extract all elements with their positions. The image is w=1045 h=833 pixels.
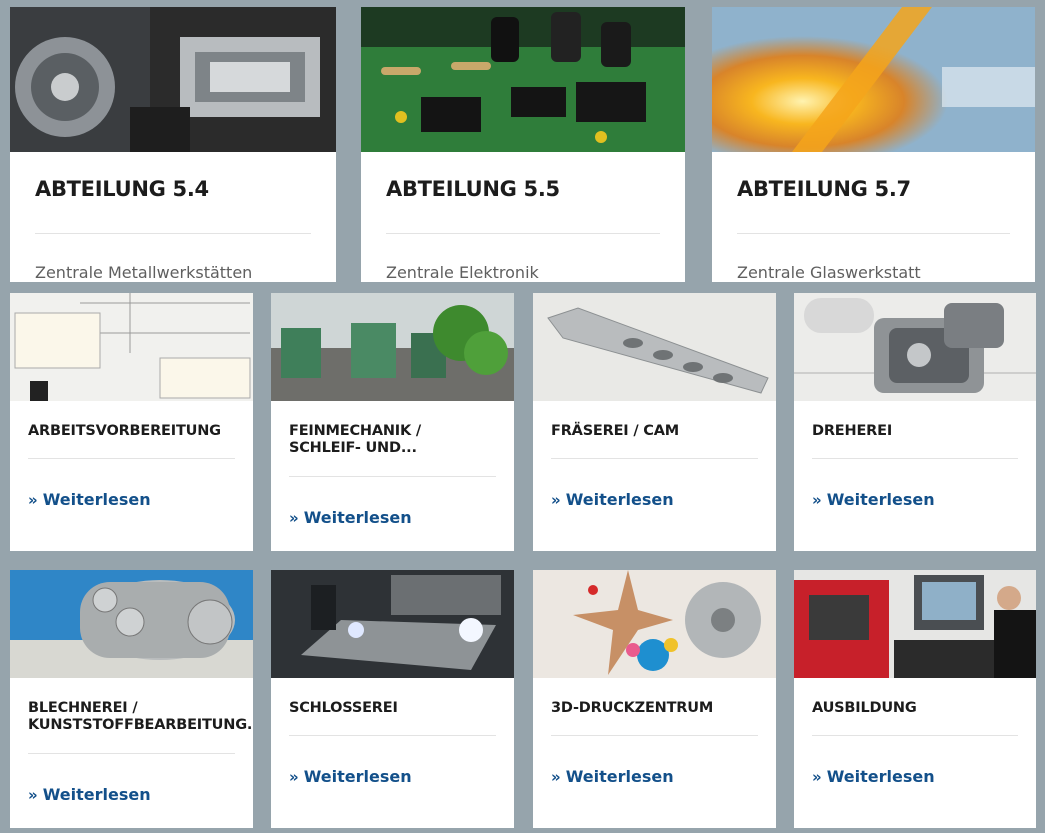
read-more-label: Weiterlesen xyxy=(42,490,151,509)
read-more-label: Weiterlesen xyxy=(826,767,935,786)
department-subtitle: Zentrale Metallwerkstätten xyxy=(35,263,253,282)
glass-workshop-image xyxy=(712,7,1035,152)
workshop-title: AUSBILDUNG xyxy=(812,700,917,716)
sheet-metal-image xyxy=(10,570,253,678)
divider xyxy=(289,735,496,736)
double-chevron-right-icon: » xyxy=(28,491,38,509)
read-more-link[interactable]: » Weiterlesen xyxy=(812,490,935,509)
workshop-card-dreherei[interactable]: DREHEREI » Weiterlesen xyxy=(794,293,1036,551)
department-subtitle: Zentrale Glaswerkstatt xyxy=(737,263,921,282)
read-more-link[interactable]: » Weiterlesen xyxy=(28,490,151,509)
milled-part-image xyxy=(533,293,776,401)
divider xyxy=(35,233,311,234)
workshop-card-3d-druckzentrum[interactable]: 3D-DRUCKZENTRUM » Weiterlesen xyxy=(533,570,776,828)
double-chevron-right-icon: » xyxy=(28,786,38,804)
training-image xyxy=(794,570,1036,678)
electronics-circuit-image xyxy=(361,7,685,152)
double-chevron-right-icon: » xyxy=(551,491,561,509)
read-more-label: Weiterlesen xyxy=(42,785,151,804)
department-subtitle: Zentrale Elektronik xyxy=(386,263,539,282)
workshop-card-fraeserei[interactable]: FRÄSEREI / CAM » Weiterlesen xyxy=(533,293,776,551)
divider xyxy=(28,458,235,459)
metal-workshop-image xyxy=(10,7,336,152)
divider xyxy=(737,233,1010,234)
read-more-label: Weiterlesen xyxy=(565,767,674,786)
divider xyxy=(551,735,758,736)
read-more-label: Weiterlesen xyxy=(303,767,412,786)
workshop-title: ARBEITSVORBEREITUNG xyxy=(28,423,221,439)
workshop-title: BLECHNEREI / KUNSTSTOFFBEARBEITUNG... xyxy=(28,700,253,733)
read-more-label: Weiterlesen xyxy=(565,490,674,509)
read-more-link[interactable]: » Weiterlesen xyxy=(551,490,674,509)
double-chevron-right-icon: » xyxy=(812,491,822,509)
double-chevron-right-icon: » xyxy=(289,768,299,786)
workshop-card-blechnerei[interactable]: BLECHNEREI / KUNSTSTOFFBEARBEITUNG... » W… xyxy=(10,570,253,828)
read-more-link[interactable]: » Weiterlesen xyxy=(289,508,412,527)
workshop-card-feinmechanik[interactable]: FEINMECHANIK / SCHLEIF- UND... » Weiterle… xyxy=(271,293,514,551)
divider xyxy=(812,735,1018,736)
department-card-5-5[interactable]: ABTEILUNG 5.5 Zentrale Elektronik xyxy=(361,7,685,282)
divider xyxy=(386,233,660,234)
read-more-link[interactable]: » Weiterlesen xyxy=(812,767,935,786)
work-preparation-image xyxy=(10,293,253,401)
workshop-card-ausbildung[interactable]: AUSBILDUNG » Weiterlesen xyxy=(794,570,1036,828)
precision-mechanics-image xyxy=(271,293,514,401)
department-title: ABTEILUNG 5.5 xyxy=(386,177,560,201)
divider xyxy=(28,753,235,754)
read-more-link[interactable]: » Weiterlesen xyxy=(28,785,151,804)
workshop-title: DREHEREI xyxy=(812,423,893,439)
3d-printed-parts-image xyxy=(533,570,776,678)
workshop-title: SCHLOSSEREI xyxy=(289,700,398,716)
double-chevron-right-icon: » xyxy=(551,768,561,786)
read-more-label: Weiterlesen xyxy=(826,490,935,509)
department-title: ABTEILUNG 5.4 xyxy=(35,177,209,201)
workshop-card-schlosserei[interactable]: SCHLOSSEREI » Weiterlesen xyxy=(271,570,514,828)
read-more-link[interactable]: » Weiterlesen xyxy=(551,767,674,786)
workshop-title: 3D-DRUCKZENTRUM xyxy=(551,700,714,716)
turned-part-image xyxy=(794,293,1036,401)
divider xyxy=(812,458,1018,459)
double-chevron-right-icon: » xyxy=(812,768,822,786)
read-more-link[interactable]: » Weiterlesen xyxy=(289,767,412,786)
divider xyxy=(289,476,496,477)
workshop-title: FRÄSEREI / CAM xyxy=(551,423,679,439)
department-card-5-7[interactable]: ABTEILUNG 5.7 Zentrale Glaswerkstatt xyxy=(712,7,1035,282)
department-title: ABTEILUNG 5.7 xyxy=(737,177,911,201)
workshop-card-arbeitsvorbereitung[interactable]: ARBEITSVORBEREITUNG » Weiterlesen xyxy=(10,293,253,551)
metalwork-welding-image xyxy=(271,570,514,678)
double-chevron-right-icon: » xyxy=(289,509,299,527)
department-card-5-4[interactable]: ABTEILUNG 5.4 Zentrale Metallwerkstätten xyxy=(10,7,336,282)
divider xyxy=(551,458,758,459)
read-more-label: Weiterlesen xyxy=(303,508,412,527)
workshop-title: FEINMECHANIK / SCHLEIF- UND... xyxy=(289,423,421,456)
